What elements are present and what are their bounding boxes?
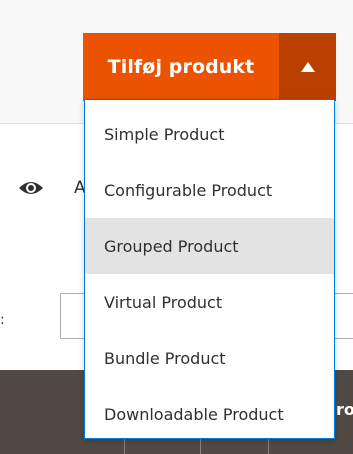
menu-item-bundle-product[interactable]: Bundle Product [85,330,334,386]
clipped-text: : [0,312,5,328]
menu-item-label: Bundle Product [104,348,226,368]
menu-item-downloadable-product[interactable]: Downloadable Product [85,386,334,442]
menu-item-configurable-product[interactable]: Configurable Product [85,162,334,218]
menu-item-label: Grouped Product [104,236,239,256]
menu-item-simple-product[interactable]: Simple Product [85,106,334,162]
menu-item-label: Configurable Product [104,180,273,200]
eye-icon[interactable] [18,178,44,198]
grid-column-header-clipped[interactable]: ro [336,400,353,420]
add-product-label: Tilføj produkt [107,56,255,78]
menu-item-label: Downloadable Product [104,404,284,424]
add-product-toggle-button[interactable] [279,33,336,101]
menu-item-virtual-product[interactable]: Virtual Product [85,274,334,330]
add-product-button[interactable]: Tilføj produkt [83,33,279,101]
menu-item-grouped-product[interactable]: Grouped Product [85,218,334,274]
product-type-dropdown: Simple Product Configurable Product Grou… [84,99,335,439]
menu-item-label: Virtual Product [104,292,223,312]
caret-up-icon [300,62,315,72]
add-product-split-button: Tilføj produkt [83,33,336,101]
menu-item-label: Simple Product [104,124,225,144]
